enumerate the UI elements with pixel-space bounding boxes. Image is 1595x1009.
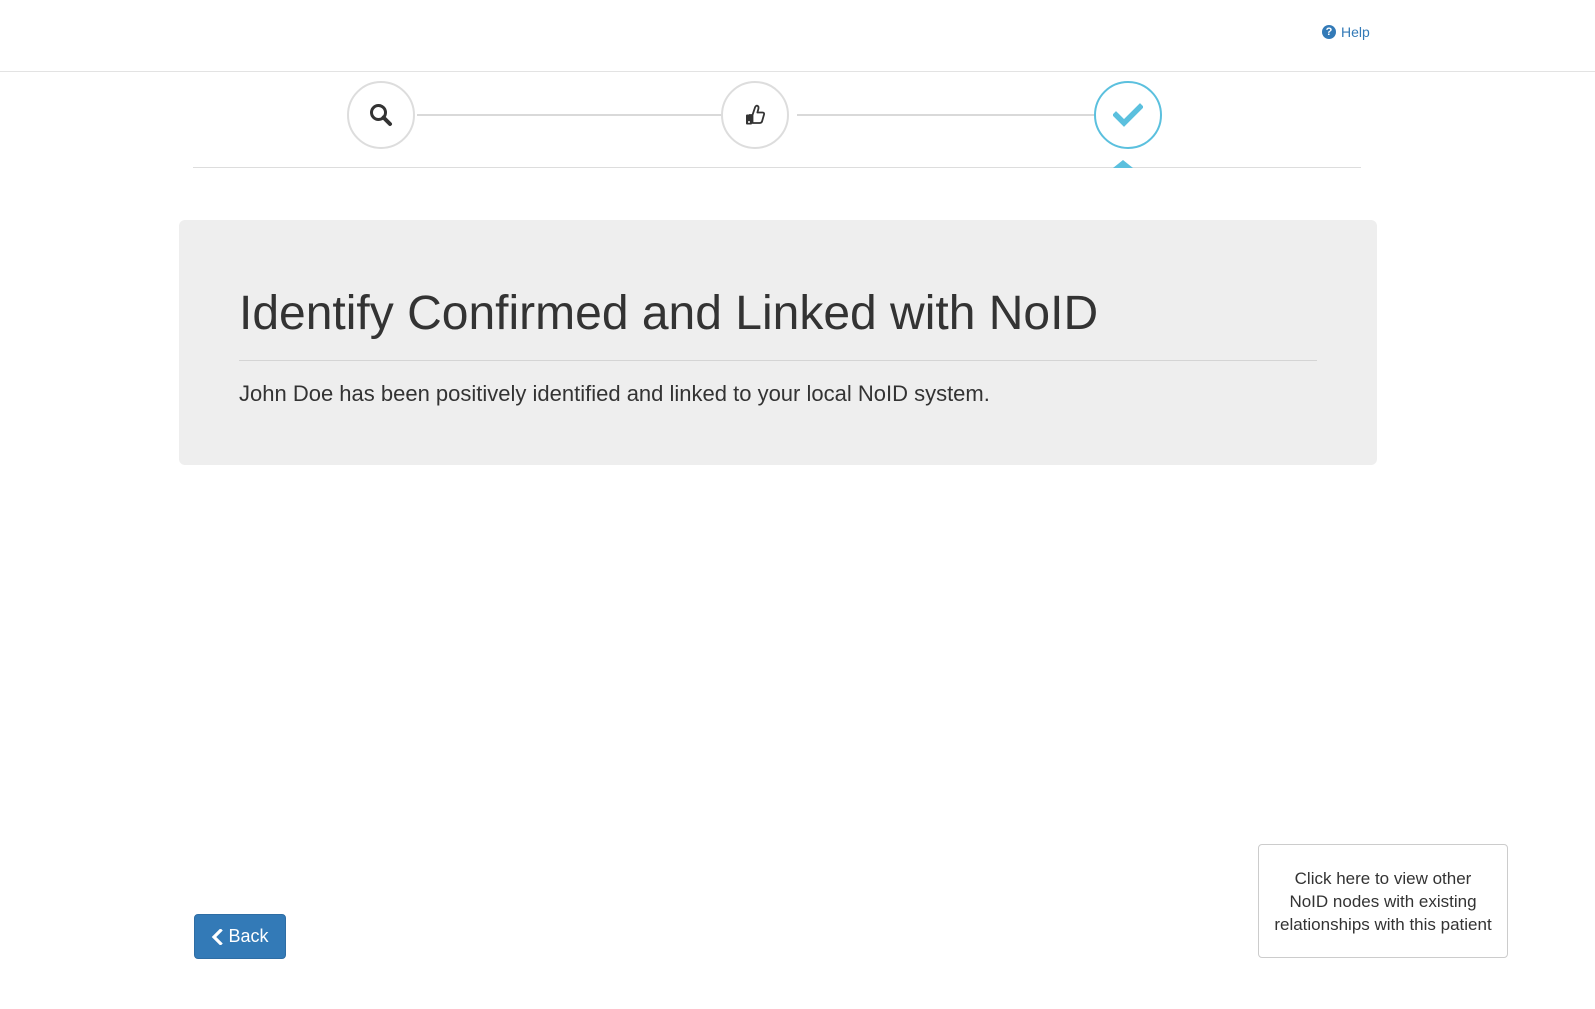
active-step-indicator <box>1113 160 1133 168</box>
step-connector <box>417 114 729 116</box>
help-link[interactable]: ? Help <box>1322 24 1370 40</box>
step-search[interactable] <box>347 81 415 149</box>
chevron-left-icon <box>212 928 224 945</box>
relationships-text: Click here to view other NoID nodes with… <box>1274 868 1492 934</box>
page-title: Identify Confirmed and Linked with NoID <box>239 287 1099 340</box>
step-confirm[interactable] <box>721 81 789 149</box>
confirmation-panel: Identify Confirmed and Linked with NoID … <box>179 220 1377 465</box>
step-connector <box>797 114 1110 116</box>
back-button[interactable]: Back <box>194 914 286 959</box>
step-complete[interactable] <box>1094 81 1162 149</box>
checkmark-icon <box>1113 103 1143 127</box>
help-label: Help <box>1341 24 1370 40</box>
stepper-divider <box>193 167 1361 168</box>
search-icon <box>370 104 392 126</box>
question-circle-icon: ? <box>1322 25 1336 39</box>
wizard-stepper <box>0 72 1595 172</box>
title-divider <box>239 360 1317 361</box>
view-relationships-button[interactable]: Click here to view other NoID nodes with… <box>1258 844 1508 958</box>
top-navbar: ? Help <box>0 0 1595 72</box>
back-label: Back <box>228 926 269 946</box>
thumbs-up-icon <box>746 104 765 125</box>
confirmation-message: John Doe has been positively identified … <box>239 381 990 406</box>
